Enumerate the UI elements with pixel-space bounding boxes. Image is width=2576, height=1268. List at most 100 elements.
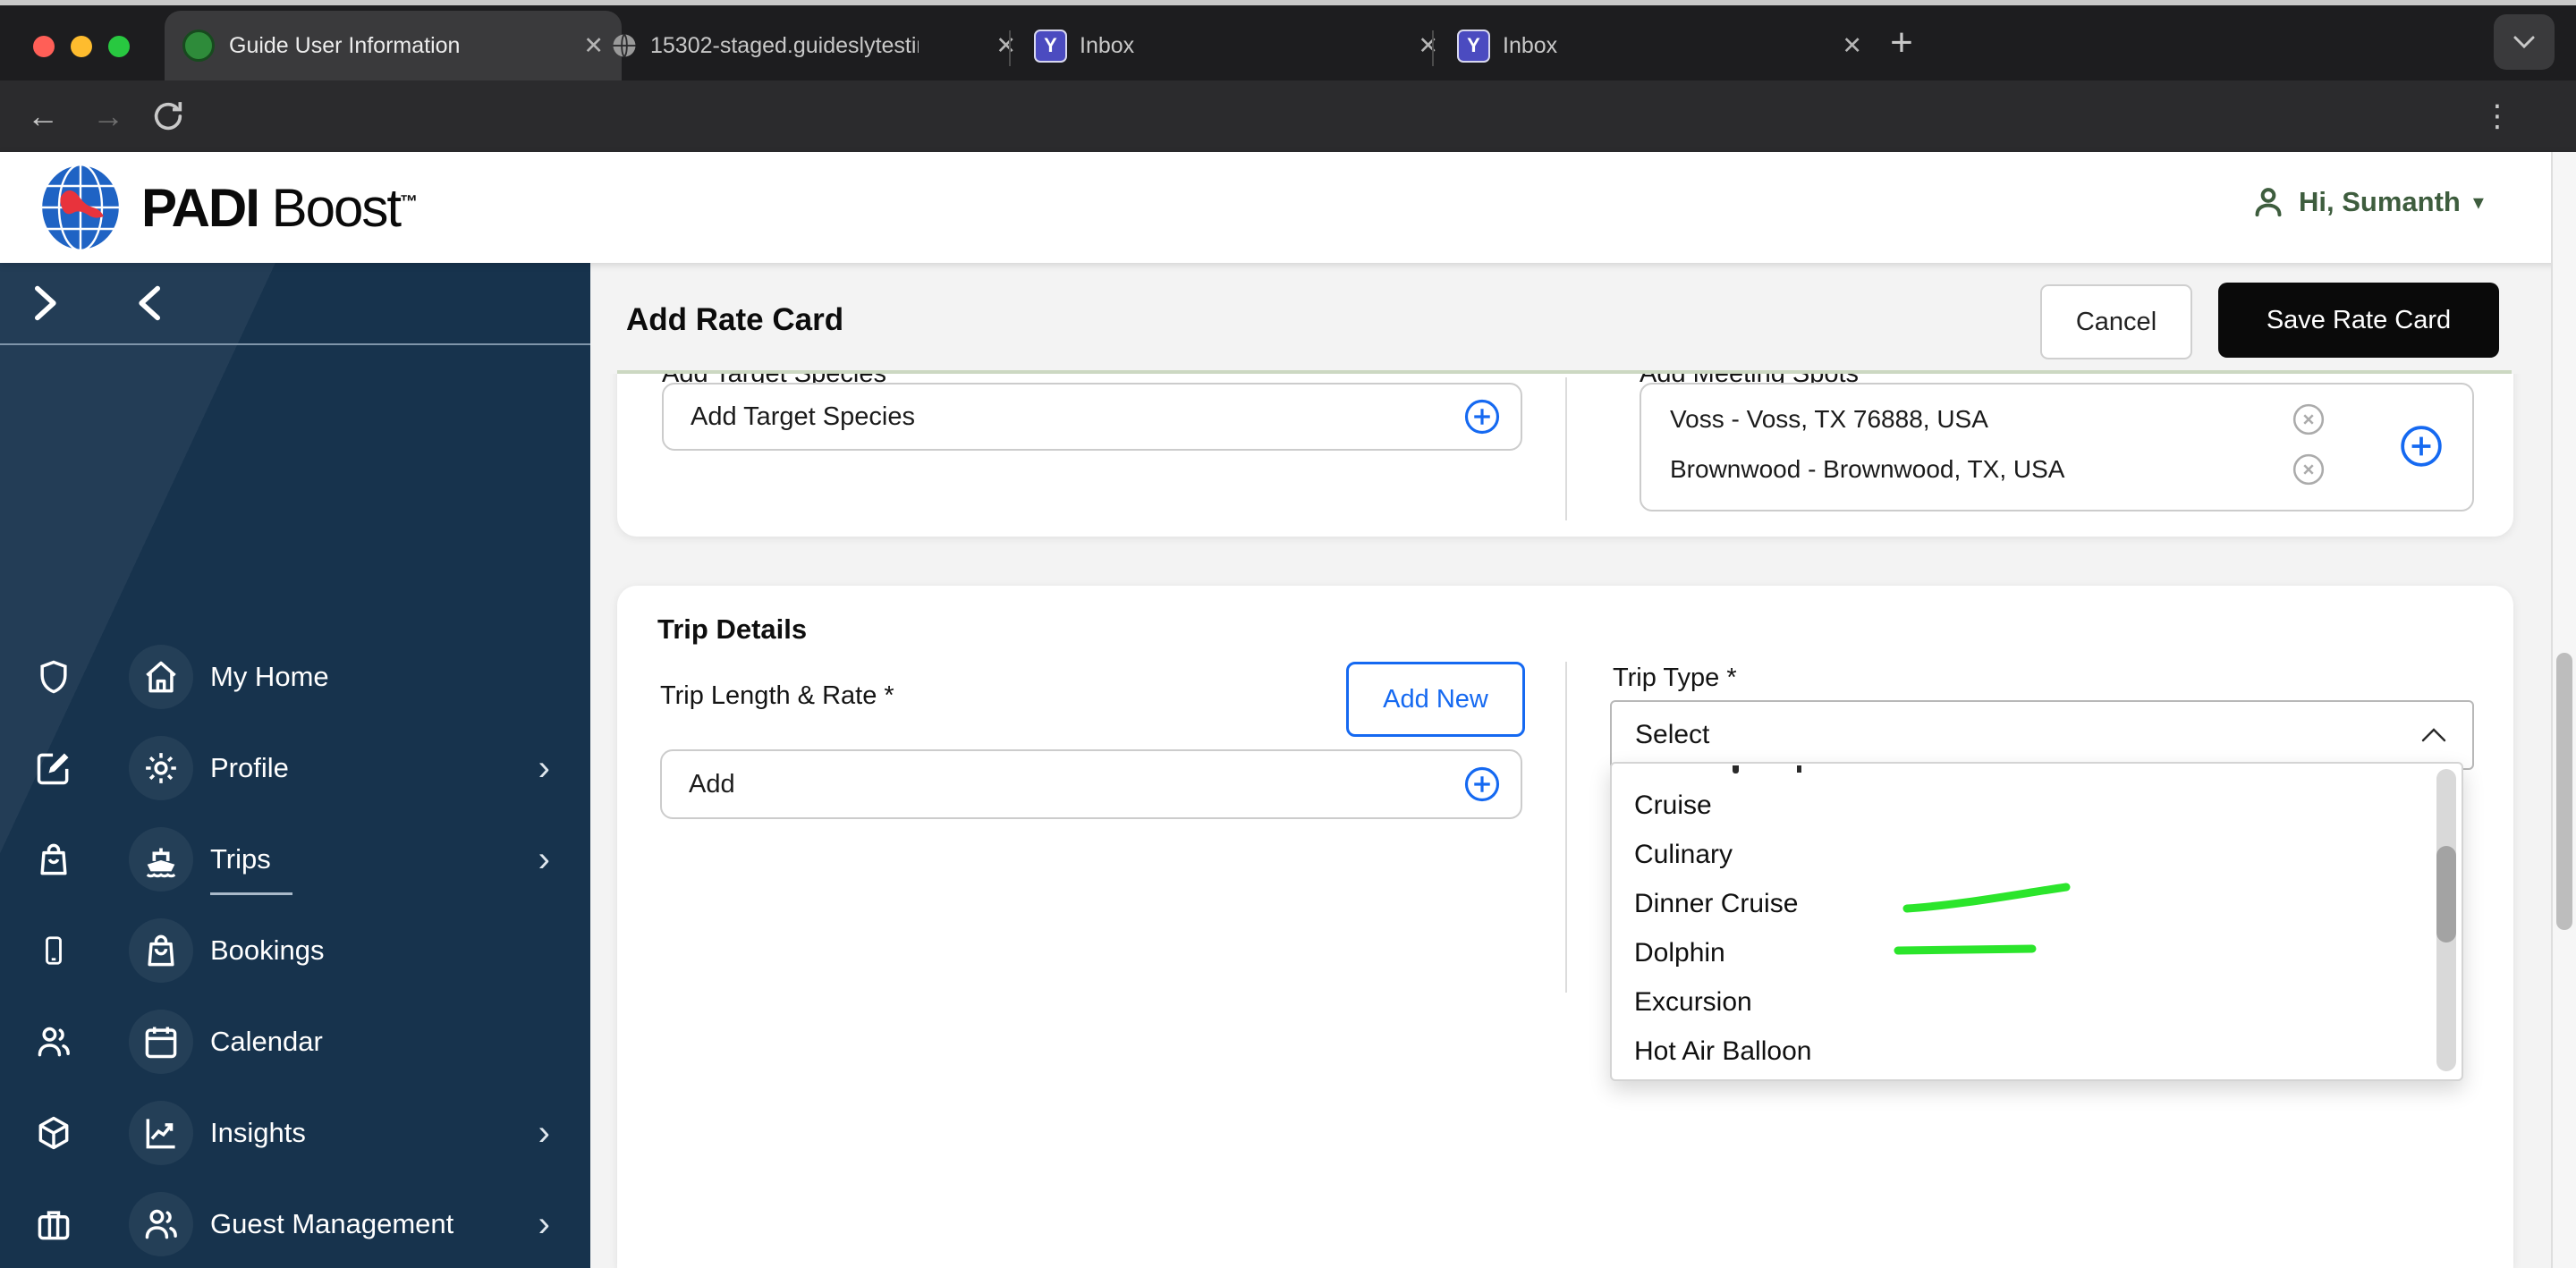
sidebar-item-label: Calendar xyxy=(210,996,323,1087)
chevron-right-icon: › xyxy=(538,723,550,814)
add-meeting-spot-plus-icon[interactable] xyxy=(2399,424,2444,469)
sidebar-item-label: Profile xyxy=(210,723,289,814)
forward-icon[interactable]: → xyxy=(92,80,124,152)
chevron-right-icon: › xyxy=(538,1179,550,1268)
tab-close-icon[interactable]: ✕ xyxy=(1842,32,1862,60)
traffic-close-button[interactable] xyxy=(33,36,55,57)
trip-type-dropdown: Cruise Culinary Dinner Cruise Dolphin Ex… xyxy=(1610,762,2463,1081)
phone-icon[interactable] xyxy=(38,931,70,970)
traffic-zoom-button[interactable] xyxy=(108,36,130,57)
brand-trademark: ™ xyxy=(400,192,416,212)
people-icon xyxy=(141,1205,181,1244)
tab-separator xyxy=(1009,30,1011,66)
sidebar-item-trips[interactable]: Trips › xyxy=(0,814,590,905)
reload-icon[interactable] xyxy=(150,98,186,134)
sidebar-divider xyxy=(0,343,590,345)
trip-type-select[interactable]: Select xyxy=(1610,700,2474,770)
sidebar-item-guest-management[interactable]: Guest Management › xyxy=(0,1179,590,1268)
brand-padi: PADI xyxy=(141,178,258,238)
dropdown-scrollbar-thumb[interactable] xyxy=(2436,846,2456,943)
sidebar-item-label: Insights xyxy=(210,1087,306,1179)
edit-square-icon[interactable] xyxy=(34,748,73,788)
people-icon[interactable] xyxy=(34,1022,73,1061)
sidebar-collapse-icon[interactable] xyxy=(132,283,168,324)
account-menu[interactable]: Hi, Sumanth ▾ xyxy=(2250,184,2484,220)
add-new-button[interactable]: Add New xyxy=(1346,662,1525,737)
tab-title: Inbox xyxy=(1080,33,1134,59)
card-column-divider xyxy=(1565,377,1567,520)
option-cruise[interactable]: Cruise xyxy=(1634,790,1712,821)
tab-guide-user-information[interactable]: Guide User Information ✕ xyxy=(165,11,622,80)
sidebar-item-label: Trips xyxy=(210,814,271,905)
page-header: Add Rate Card Cancel Save Rate Card xyxy=(590,263,2551,374)
browser-menu-icon[interactable]: ⋮ xyxy=(2485,93,2510,139)
guidesly-favicon xyxy=(182,30,215,62)
option-dinner-cruise[interactable]: Dinner Cruise xyxy=(1634,889,1798,919)
sidebar-item-insights[interactable]: Insights › xyxy=(0,1087,590,1179)
target-species-placeholder: Add Target Species xyxy=(691,402,915,432)
new-tab-button[interactable]: + xyxy=(1877,18,1927,68)
add-placeholder: Add xyxy=(689,770,735,799)
trip-length-label: Trip Length & Rate * xyxy=(660,681,894,711)
brand-boost: Boost xyxy=(272,178,400,238)
sidebar-item-profile[interactable]: Profile › xyxy=(0,723,590,814)
remove-spot-icon[interactable] xyxy=(2292,452,2326,486)
remove-spot-icon[interactable] xyxy=(2292,402,2326,436)
target-species-input[interactable]: Add Target Species xyxy=(662,383,1522,451)
sidebar-expand-icon[interactable] xyxy=(27,283,63,324)
tab-inbox-2[interactable]: Y Inbox ✕ xyxy=(1443,11,1877,80)
chevron-right-icon: › xyxy=(538,814,550,905)
add-species-plus-icon[interactable] xyxy=(1463,398,1501,435)
active-item-underline xyxy=(210,892,292,895)
trip-details-heading: Trip Details xyxy=(657,613,807,646)
briefcase-icon[interactable] xyxy=(34,1205,73,1244)
trip-type-label: Trip Type * xyxy=(1613,664,1737,693)
back-icon[interactable]: ← xyxy=(27,80,59,152)
meeting-spot-row: Voss - Voss, TX 76888, USA xyxy=(1670,399,2451,440)
option-excursion[interactable]: Excursion xyxy=(1634,987,1752,1018)
sidebar-item-calendar[interactable]: Calendar xyxy=(0,996,590,1087)
option-hot-air-balloon[interactable]: Hot Air Balloon xyxy=(1634,1036,1811,1067)
sidebar: My Home Profile › xyxy=(0,263,590,1268)
gear-icon xyxy=(141,748,181,788)
brand-wordmark: PADI Boost™ xyxy=(141,177,416,239)
trip-type-value: Select xyxy=(1635,720,1709,750)
save-rate-card-button[interactable]: Save Rate Card xyxy=(2218,283,2499,358)
chevron-down-icon xyxy=(2512,35,2536,49)
chevron-up-icon xyxy=(2420,727,2447,743)
sidebar-item-my-home[interactable]: My Home xyxy=(0,631,590,723)
trip-details-column-divider xyxy=(1565,662,1567,993)
meeting-spot-row: Brownwood - Brownwood, TX, USA xyxy=(1670,449,2451,490)
tab-search-chevron-button[interactable] xyxy=(2494,14,2555,70)
page-scrollbar-thumb[interactable] xyxy=(2556,653,2572,930)
tab-inbox-1[interactable]: Y Inbox ✕ xyxy=(1020,11,1453,80)
shopping-bag-icon[interactable] xyxy=(34,840,73,879)
cube-icon[interactable] xyxy=(34,1113,73,1153)
tab-close-icon[interactable]: ✕ xyxy=(1418,32,1438,60)
meeting-spot-text: Brownwood - Brownwood, TX, USA xyxy=(1670,455,2064,484)
chart-line-icon xyxy=(141,1113,181,1153)
yahoo-favicon: Y xyxy=(1457,30,1490,63)
option-culinary[interactable]: Culinary xyxy=(1634,840,1733,870)
clipped-option-fragment xyxy=(1797,765,1801,773)
home-icon xyxy=(141,657,181,697)
clipped-option-fragment xyxy=(1733,765,1739,773)
cancel-button[interactable]: Cancel xyxy=(2040,284,2192,359)
option-dolphin[interactable]: Dolphin xyxy=(1634,938,1725,968)
sidebar-item-bookings[interactable]: Bookings xyxy=(0,905,590,996)
traffic-minimize-button[interactable] xyxy=(71,36,92,57)
tab-title: Inbox xyxy=(1503,33,1557,59)
caret-down-icon: ▾ xyxy=(2473,190,2484,216)
app-header: PADI Boost™ Hi, Sumanth ▾ xyxy=(0,152,2576,263)
trip-length-add-input[interactable]: Add xyxy=(660,749,1522,819)
sidebar-item-label: My Home xyxy=(210,631,329,723)
shopping-bag-icon xyxy=(141,931,181,970)
add-trip-length-plus-icon[interactable] xyxy=(1463,765,1501,803)
tab-separator xyxy=(1432,30,1434,66)
shield-icon[interactable] xyxy=(34,657,73,697)
globe-favicon xyxy=(611,32,638,59)
tab-close-icon[interactable]: ✕ xyxy=(996,32,1016,60)
page-scrollbar-track[interactable] xyxy=(2551,152,2576,1268)
chevron-right-icon: › xyxy=(538,1087,550,1179)
tab-staged-site[interactable]: 15302-staged.guideslytesting ✕ xyxy=(597,11,1030,80)
